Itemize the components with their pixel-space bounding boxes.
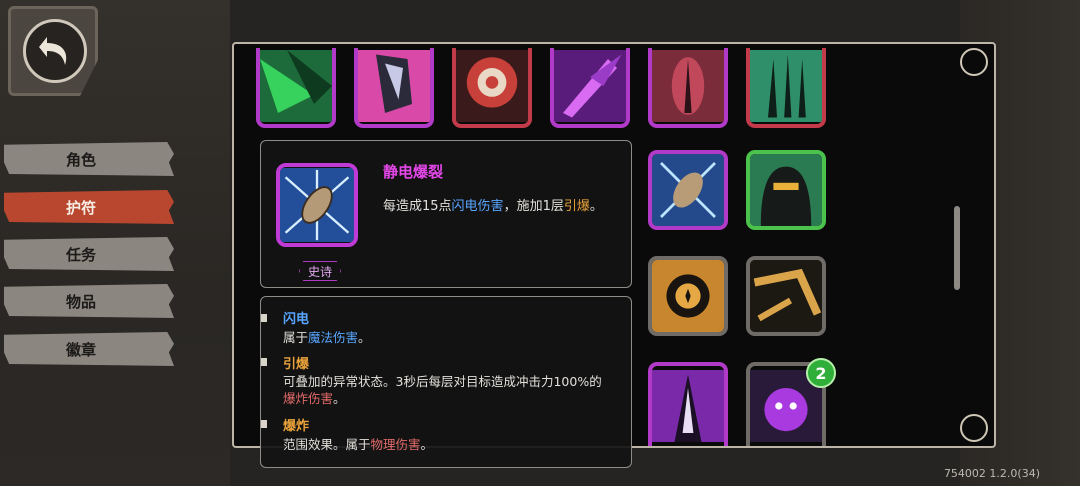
rarity-tag: 史诗 xyxy=(299,261,341,281)
talisman-slot[interactable] xyxy=(746,150,826,230)
menu-item-badges[interactable]: 徽章 xyxy=(4,332,174,366)
corner-ornament-icon xyxy=(960,414,988,442)
corner-ornament-icon xyxy=(960,48,988,76)
talisman-slot[interactable] xyxy=(550,48,630,128)
talisman-slot[interactable] xyxy=(648,256,728,336)
menu-label: 徽章 xyxy=(66,340,97,359)
version-label: 754002 1.2.0(34) xyxy=(943,467,1040,480)
keyword-title: 爆炸 xyxy=(283,419,310,434)
talisman-slot[interactable] xyxy=(452,48,532,128)
talisman-slot[interactable] xyxy=(256,48,336,128)
talisman-slot[interactable] xyxy=(354,48,434,128)
menu-label: 角色 xyxy=(66,150,97,169)
talisman-slot[interactable] xyxy=(648,362,728,446)
talisman-tooltip: 静电爆裂 每造成15点闪电伤害，施加1层引爆。 史诗 xyxy=(260,140,632,288)
static-burst-icon xyxy=(276,163,358,247)
menu-label: 物品 xyxy=(66,292,97,311)
talisman-slot[interactable] xyxy=(648,150,728,230)
scrollbar[interactable] xyxy=(954,206,960,290)
talisman-name: 静电爆裂 xyxy=(383,163,444,181)
keyword-marker xyxy=(261,358,267,366)
menu-item-talismans[interactable]: 护符 xyxy=(4,190,174,224)
back-arrow-icon xyxy=(23,19,87,83)
talisman-description: 每造成15点闪电伤害，施加1层引爆。 xyxy=(383,199,603,214)
keyword-marker xyxy=(261,420,267,428)
back-button[interactable] xyxy=(8,6,98,96)
keyword-title: 闪电 xyxy=(283,312,310,327)
keyword-desc: 可叠加的异常状态。3秒后每层对目标造成冲击力100%的 爆炸伤害。 xyxy=(283,374,602,406)
talisman-slot[interactable] xyxy=(746,48,826,128)
keyword-marker xyxy=(261,314,267,322)
keyword-tooltip: 闪电 属于魔法伤害。 引爆 可叠加的异常状态。3秒后每层对目标造成冲击力100%… xyxy=(260,296,632,468)
menu-label: 护符 xyxy=(66,198,97,217)
menu-item-characters[interactable]: 角色 xyxy=(4,142,174,176)
keyword-desc: 范围效果。属于物理伤害。 xyxy=(283,437,434,452)
keyword-desc: 属于魔法伤害。 xyxy=(283,330,371,345)
talisman-slot[interactable] xyxy=(648,48,728,128)
talisman-slot[interactable] xyxy=(746,256,826,336)
menu-item-items[interactable]: 物品 xyxy=(4,284,174,318)
count-badge: 2 xyxy=(806,358,836,388)
keyword-title: 引爆 xyxy=(283,357,310,372)
menu-item-quests[interactable]: 任务 xyxy=(4,237,174,271)
menu-label: 任务 xyxy=(66,245,97,264)
